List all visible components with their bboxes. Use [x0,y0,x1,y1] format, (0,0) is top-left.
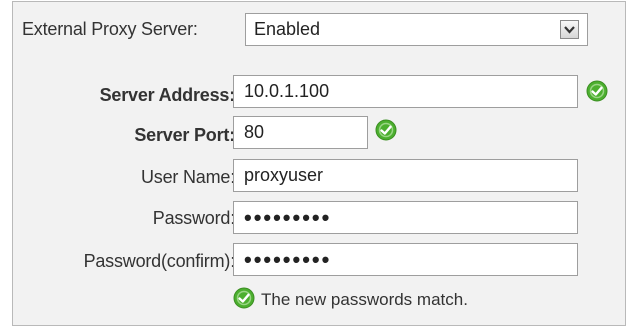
external-proxy-select[interactable]: Enabled [245,13,588,46]
password-label: Password: [152,208,235,228]
check-circle-icon [586,80,608,102]
check-circle-icon [375,119,397,141]
external-proxy-label: External Proxy Server: [22,19,198,39]
password-input[interactable]: ••••••••• [233,201,578,234]
server-port-input[interactable]: 80 [233,116,368,149]
chevron-down-icon[interactable] [560,20,579,39]
user-name-input[interactable]: proxyuser [233,159,578,192]
server-address-label: Server Address: [99,85,236,105]
check-circle-icon [233,287,255,309]
external-proxy-selected-value: Enabled [254,19,321,39]
proxy-settings-panel: External Proxy Server: Enabled Server Ad… [12,1,626,326]
server-address-input[interactable]: 10.0.1.100 [233,75,578,108]
password-match-message: The new passwords match. [261,290,468,309]
user-name-label: User Name: [140,167,235,187]
server-port-label: Server Port: [134,125,235,145]
password-confirm-label: Password(confirm): [83,251,236,271]
password-confirm-input[interactable]: ••••••••• [233,243,578,276]
